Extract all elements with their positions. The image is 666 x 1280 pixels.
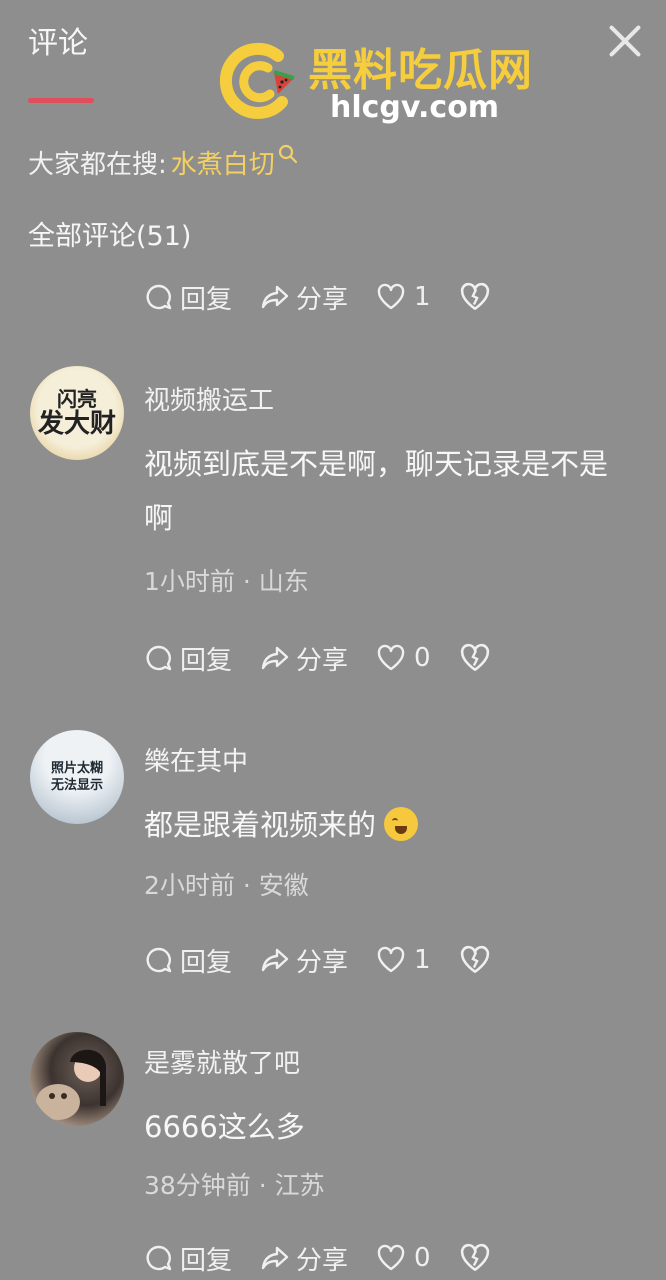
share-button[interactable]: 分享 <box>260 942 348 979</box>
like-button[interactable]: 0 <box>376 643 431 673</box>
reply-label: 回复 <box>180 645 233 676</box>
share-icon <box>261 285 289 309</box>
comment-text-line: 啊 <box>144 501 174 535</box>
comment-text: 视频到底是不是啊，聊天记录是不是 啊 <box>144 437 644 545</box>
comment-text: 6666这么多 <box>144 1100 644 1154</box>
comment-meta: 38分钟前 · 江苏 <box>144 1166 325 1202</box>
heart-icon <box>377 946 405 973</box>
comment-location: 安徽 <box>258 871 309 900</box>
comment-actions: 回复 分享 1 <box>144 940 525 980</box>
share-icon <box>261 948 289 972</box>
avatar[interactable] <box>30 1032 124 1126</box>
share-label: 分享 <box>296 1245 349 1276</box>
reply-button[interactable]: 回复 <box>144 1240 232 1277</box>
heart-icon <box>377 1244 405 1271</box>
comment-text-line: 视频到底是不是啊，聊天记录是不是 <box>144 447 609 481</box>
avatar-text: 无法显示 <box>50 778 103 793</box>
comment-meta: 2小时前 · 安徽 <box>144 866 309 902</box>
reply-label: 回复 <box>180 1245 233 1276</box>
close-icon[interactable] <box>606 22 644 60</box>
broken-heart-icon <box>460 945 489 974</box>
meta-separator: · <box>258 1171 267 1200</box>
meta-separator: · <box>242 567 251 596</box>
broken-heart-icon <box>460 282 489 311</box>
comment-actions: 回复 分享 1 <box>144 277 525 317</box>
avatar-text: 闪亮 <box>56 387 97 411</box>
heart-icon <box>377 644 405 671</box>
reply-label: 回复 <box>180 284 233 315</box>
heart-icon <box>377 283 405 310</box>
comment-meta: 1小时前 · 山东 <box>144 562 309 598</box>
like-count: 0 <box>414 643 431 673</box>
comment-actions: 回复 分享 0 <box>144 1238 525 1278</box>
reply-icon <box>146 947 172 973</box>
broken-heart-icon <box>460 643 489 672</box>
share-button[interactable]: 分享 <box>260 640 348 677</box>
broken-heart-icon <box>460 1243 489 1272</box>
like-button[interactable]: 0 <box>376 1243 431 1273</box>
dislike-button[interactable] <box>459 1242 497 1274</box>
search-suggestion[interactable]: 大家都在搜: 水煮白切 <box>28 144 299 181</box>
comment-time: 38分钟前 <box>144 1171 251 1200</box>
share-icon <box>261 646 289 670</box>
reply-button[interactable]: 回复 <box>144 942 232 979</box>
share-label: 分享 <box>296 645 349 676</box>
avatar[interactable]: 闪亮 发大财 <box>30 366 124 460</box>
dislike-button[interactable] <box>459 944 497 976</box>
like-button[interactable]: 1 <box>376 282 431 312</box>
avatar-photo-icon <box>36 1049 106 1120</box>
comment-actions: 回复 分享 0 <box>144 638 525 678</box>
comment-time: 2小时前 <box>144 871 235 900</box>
comment-location: 江苏 <box>274 1171 325 1200</box>
reply-icon <box>146 1245 172 1271</box>
search-icon <box>278 144 297 163</box>
avatar-text: 发大财 <box>37 409 116 439</box>
comment-username[interactable]: 樂在其中 <box>144 741 248 778</box>
comment-time: 1小时前 <box>144 567 235 596</box>
tab-active-indicator <box>28 98 94 103</box>
comment-location: 山东 <box>258 567 309 596</box>
reply-icon <box>146 645 172 671</box>
comment-text-line: 6666这么多 <box>144 1110 305 1144</box>
watermark-url: hlcgv.com <box>330 90 500 125</box>
dislike-button[interactable] <box>459 281 497 313</box>
like-button[interactable]: 1 <box>376 945 431 975</box>
search-prefix: 大家都在搜: <box>28 150 167 180</box>
reply-icon <box>146 284 172 310</box>
comment-text: 都是跟着视频来的 <box>144 798 644 852</box>
crying-laughing-emoji-icon <box>384 807 419 841</box>
share-label: 分享 <box>296 947 349 978</box>
comment-username[interactable]: 是雾就散了吧 <box>144 1043 300 1080</box>
avatar[interactable]: 照片太糊 无法显示 <box>30 730 124 824</box>
share-button[interactable]: 分享 <box>260 1240 348 1277</box>
share-button[interactable]: 分享 <box>260 279 348 316</box>
dislike-button[interactable] <box>459 642 497 674</box>
tab-comments[interactable]: 评论 <box>28 18 88 62</box>
comment-username[interactable]: 视频搬运工 <box>144 380 274 417</box>
share-icon <box>261 1246 289 1270</box>
search-term-link[interactable]: 水煮白切 <box>171 144 275 181</box>
reply-button[interactable]: 回复 <box>144 640 232 677</box>
share-label: 分享 <box>296 284 349 315</box>
like-count: 1 <box>414 282 431 312</box>
avatar-text: 照片太糊 <box>50 761 103 776</box>
watermark-site-name: 黑料吃瓜网 <box>308 45 533 96</box>
meta-separator: · <box>242 871 251 900</box>
reply-label: 回复 <box>180 947 233 978</box>
reply-button[interactable]: 回复 <box>144 279 232 316</box>
comment-text-line: 都是跟着视频来的 <box>144 808 377 842</box>
like-count: 1 <box>414 945 431 975</box>
comment-count-heading: 全部评论(51) <box>28 221 192 252</box>
watermark-logo-icon <box>216 38 300 122</box>
like-count: 0 <box>414 1243 431 1273</box>
